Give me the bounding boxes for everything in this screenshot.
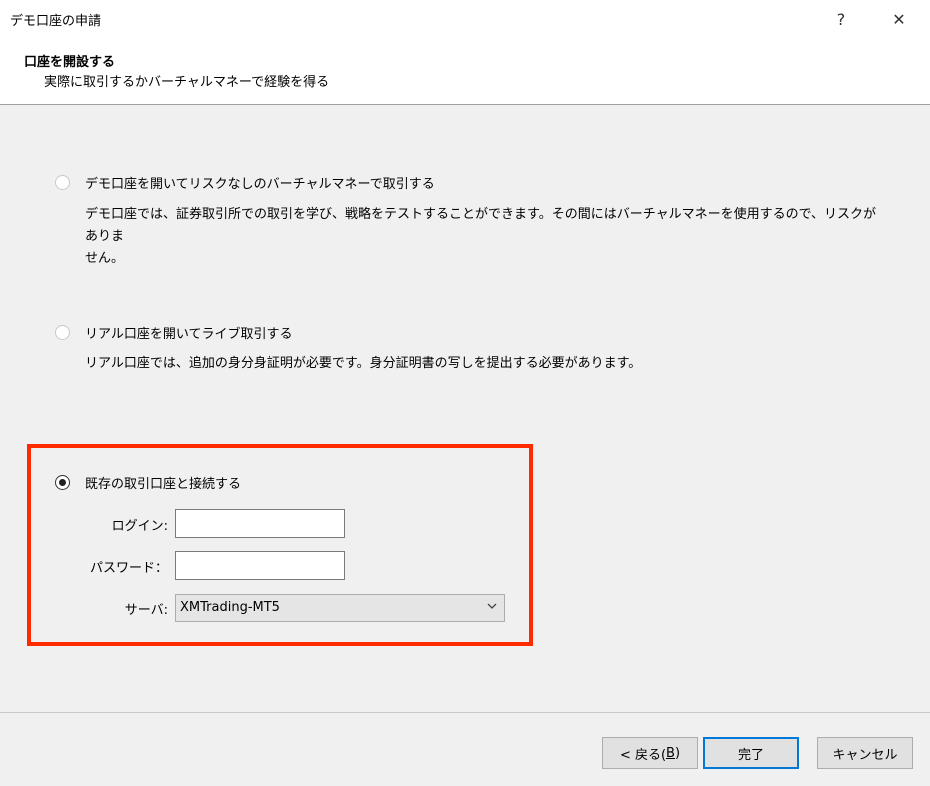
help-icon: ? [836,9,846,29]
demo-desc-line2: せん。 [85,251,125,266]
server-label: サーバ: [124,603,168,618]
password-label: パスワード： [89,561,168,576]
demo-account-radio[interactable] [55,175,70,190]
demo-account-description: デモ口座では、証券取引所での取引を学び、戦略をテストすることができます。その間に… [85,204,885,270]
server-value: XMTrading-MT5 [180,600,280,615]
login-label: ログイン: [111,519,168,534]
real-account-description: リアル口座では、追加の身分身証明が必要です。身分証明書の写しを提出する必要があり… [85,356,642,371]
finish-button-label: 完了 [737,747,764,763]
chevron-down-icon [486,600,498,615]
demo-account-label[interactable]: デモ口座を開いてリスクなしのバーチャルマネーで取引する [85,173,435,192]
help-button[interactable]: ? [818,0,864,38]
server-select[interactable]: XMTrading-MT5 [175,594,505,622]
cancel-button[interactable]: キャンセル [817,737,913,769]
existing-account-radio[interactable] [55,475,70,490]
password-input[interactable] [175,551,345,580]
wizard-header: 口座を開設する 実際に取引するかバーチャルマネーで経験を得る [0,38,930,105]
page-title: 口座を開設する [24,55,116,70]
page-subtitle: 実際に取引するかバーチャルマネーで経験を得る [44,75,330,90]
cancel-button-label: キャンセル [832,747,898,763]
footer-separator [0,712,930,713]
real-account-label[interactable]: リアル口座を開いてライブ取引する [85,323,292,342]
close-icon: ✕ [892,9,906,29]
back-button-suffix: ) [674,745,681,761]
close-button[interactable]: ✕ [876,0,922,38]
real-account-radio[interactable] [55,325,70,340]
login-input[interactable] [175,509,345,538]
window-title: デモ口座の申請 [10,14,102,29]
title-bar: デモ口座の申請 ? ✕ [0,0,930,38]
existing-account-label[interactable]: 既存の取引口座と接続する [85,473,241,492]
demo-desc-line1: デモ口座では、証券取引所での取引を学び、戦略をテストすることができます。その間に… [85,207,877,244]
back-button-accel: B [666,745,675,761]
finish-button[interactable]: 完了 [703,737,799,769]
back-button[interactable]: < 戻る(B) [602,737,698,769]
back-button-label: < 戻る( [619,747,667,763]
